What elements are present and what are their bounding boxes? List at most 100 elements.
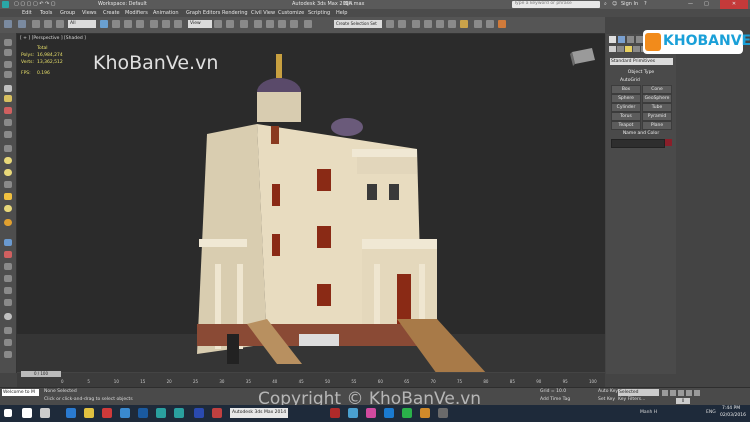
curve-editor-icon[interactable]: [436, 20, 444, 28]
current-frame-field[interactable]: 0: [676, 398, 690, 404]
selection-filter-dropdown[interactable]: All: [68, 20, 96, 28]
snaps-icon[interactable]: [254, 20, 262, 28]
menu-rendering[interactable]: Rendering: [222, 9, 248, 17]
undo-icon[interactable]: [4, 20, 12, 28]
rendered-frame-icon[interactable]: [486, 20, 494, 28]
store-icon[interactable]: [120, 408, 130, 418]
app-icon-1[interactable]: [348, 408, 358, 418]
lights-icon[interactable]: [625, 46, 632, 52]
material-editor-icon[interactable]: [460, 20, 468, 28]
tool-icon-13[interactable]: [4, 181, 12, 188]
tool-icon-5[interactable]: [4, 85, 12, 92]
tool-icon-26[interactable]: [4, 351, 12, 358]
tool-icon-9[interactable]: [4, 131, 12, 138]
tool-icon-4[interactable]: [4, 71, 12, 78]
key-mode-dropdown[interactable]: Selected: [618, 389, 659, 396]
bind-space-warp-icon[interactable]: [56, 20, 64, 28]
chrome-icon[interactable]: [102, 408, 112, 418]
setkey-button[interactable]: Set Key: [598, 397, 615, 402]
plane-button[interactable]: Plane: [642, 121, 672, 130]
app-icon-2[interactable]: [366, 408, 376, 418]
play-icon[interactable]: [678, 390, 684, 396]
timeline[interactable]: 0 / 100 0 5 10 15 20 25 30 35 40 45 50 55 60 65 70 75 80…: [17, 371, 605, 387]
tool-icon-18[interactable]: [4, 251, 12, 258]
cylinder-button[interactable]: Cylinder: [611, 103, 641, 112]
autocad-icon[interactable]: [212, 408, 222, 418]
maxscript-listener[interactable]: Welcome to M: [2, 389, 39, 396]
autokey-button[interactable]: Auto Key: [598, 389, 618, 394]
menu-graph-editors[interactable]: Graph Editors: [186, 9, 220, 17]
select-by-name-icon[interactable]: [112, 20, 120, 28]
tool-icon-1[interactable]: [4, 39, 12, 46]
move-icon[interactable]: [150, 20, 158, 28]
tool-icon-7[interactable]: [4, 107, 12, 114]
search-icon[interactable]: [22, 408, 32, 418]
select-manipulate-icon[interactable]: [226, 20, 234, 28]
tool-icon-12[interactable]: [4, 169, 12, 176]
torus-button[interactable]: Torus: [611, 112, 641, 121]
clock-time[interactable]: 7:44 PM: [722, 406, 740, 411]
app-icon[interactable]: [2, 1, 9, 8]
link-icon[interactable]: [32, 20, 40, 28]
app-icon-5[interactable]: [420, 408, 430, 418]
object-name-input[interactable]: [611, 139, 665, 148]
close-icon[interactable]: ✕: [720, 0, 748, 9]
minimize-icon[interactable]: —: [688, 0, 693, 9]
unlink-icon[interactable]: [44, 20, 52, 28]
app-icon-4[interactable]: [402, 408, 412, 418]
help-icon[interactable]: ?: [644, 0, 647, 9]
tool-icon-20[interactable]: [4, 275, 12, 282]
task-view-icon[interactable]: [40, 408, 50, 418]
rotate-icon[interactable]: [162, 20, 170, 28]
ref-coord-dropdown[interactable]: View: [188, 20, 212, 28]
menu-animation[interactable]: Animation: [153, 9, 179, 17]
geosphere-button[interactable]: GeoSphere: [642, 94, 672, 103]
align-icon[interactable]: [398, 20, 406, 28]
maximize-icon[interactable]: □: [704, 0, 709, 9]
rectangular-selection-icon[interactable]: [124, 20, 132, 28]
rollout-object-type[interactable]: Object Type: [610, 70, 672, 75]
rollout-name-color[interactable]: Name and Color: [610, 131, 672, 136]
photoshop-icon[interactable]: [194, 408, 204, 418]
angle-snap-icon[interactable]: [266, 20, 274, 28]
go-to-start-icon[interactable]: [662, 390, 668, 396]
tool-icon-17[interactable]: [4, 239, 12, 246]
hierarchy-tab-icon[interactable]: [627, 36, 634, 43]
sign-in-link[interactable]: Sign In: [621, 0, 638, 9]
render-production-icon[interactable]: [498, 20, 506, 28]
schematic-view-icon[interactable]: [448, 20, 456, 28]
tool-icon-8[interactable]: [4, 119, 12, 126]
mirror-icon[interactable]: [386, 20, 394, 28]
menu-scripting[interactable]: Scripting: [308, 9, 330, 17]
tool-icon-22[interactable]: [4, 299, 12, 306]
tool-icon-24[interactable]: [4, 327, 12, 334]
app-icon-6[interactable]: [438, 408, 448, 418]
tool-icon-6[interactable]: [4, 95, 12, 102]
tool-icon-2[interactable]: [4, 49, 12, 56]
sphere-button[interactable]: Sphere: [611, 94, 641, 103]
search-input[interactable]: Type a keyword or phrase: [512, 1, 600, 8]
3dsmax-icon[interactable]: [156, 408, 166, 418]
acrobat-icon[interactable]: [330, 408, 340, 418]
cone-button[interactable]: Cone: [642, 85, 672, 94]
file-explorer-icon[interactable]: [84, 408, 94, 418]
add-time-tag[interactable]: Add Time Tag: [540, 397, 570, 402]
menu-help[interactable]: Help: [336, 9, 347, 17]
pyramid-button[interactable]: Pyramid: [642, 112, 672, 121]
tool-icon-15[interactable]: [4, 205, 12, 212]
menu-modifiers[interactable]: Modifiers: [125, 9, 148, 17]
edge-icon[interactable]: [66, 408, 76, 418]
render-setup-icon[interactable]: [474, 20, 482, 28]
create-tab-icon[interactable]: [609, 36, 616, 43]
motion-tab-icon[interactable]: [636, 36, 643, 43]
tube-button[interactable]: Tube: [642, 103, 672, 112]
key-filters-button[interactable]: Key Filters...: [618, 397, 645, 402]
scale-icon[interactable]: [174, 20, 182, 28]
app-icon-3[interactable]: [384, 408, 394, 418]
cameras-icon[interactable]: [633, 46, 640, 52]
search-icon[interactable]: ⌕: [604, 0, 607, 9]
autogrid-checkbox[interactable]: AutoGrid: [620, 78, 640, 83]
select-object-icon[interactable]: [100, 20, 108, 28]
teapot-button[interactable]: Teapot: [611, 121, 641, 130]
workspace-dropdown[interactable]: Workspace: Default: [98, 0, 147, 9]
